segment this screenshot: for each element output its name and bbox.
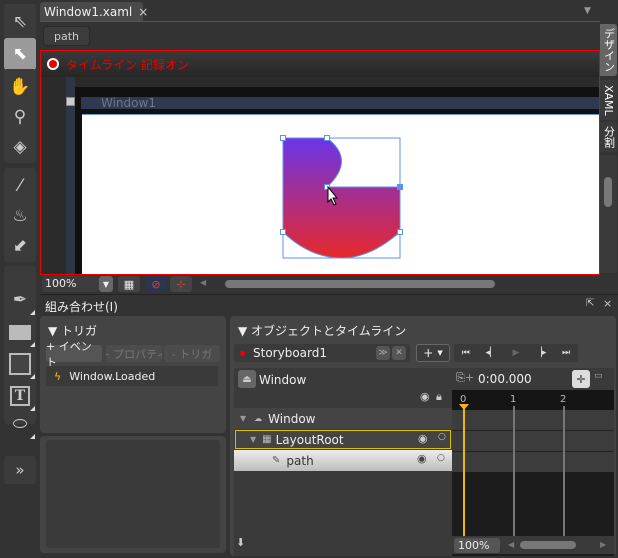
objects-header[interactable]: ▼ オブジェクトとタイムライン bbox=[238, 322, 406, 339]
last-frame-icon[interactable]: ⏭ bbox=[562, 348, 570, 358]
path-shape bbox=[282, 137, 401, 259]
handle bbox=[397, 184, 403, 190]
grid-toggle-icon[interactable]: ▦ bbox=[118, 276, 140, 292]
time-display[interactable]: 0:00.000 bbox=[478, 372, 532, 386]
timeline-tracks bbox=[452, 410, 614, 472]
divider bbox=[40, 294, 618, 295]
snapping-icon[interactable]: ✛ bbox=[572, 370, 590, 388]
remove-trigger-button[interactable]: - トリガ bbox=[164, 345, 220, 362]
scroll-right-icon[interactable]: ▶ bbox=[600, 540, 606, 549]
add-property-button[interactable]: + プロパティ bbox=[106, 345, 162, 362]
plus-icon: + bbox=[423, 346, 434, 360]
chevron-down-icon[interactable]: ▼ bbox=[99, 276, 113, 292]
tree-item-window[interactable]: ▼ ☁ Window bbox=[234, 408, 452, 429]
horizontal-scroll-thumb[interactable] bbox=[520, 541, 576, 549]
snap-snaplines-icon[interactable]: ⊹ bbox=[170, 276, 192, 292]
expand-icon[interactable]: ▼ bbox=[240, 414, 246, 423]
path-node-icon: ✎ bbox=[272, 455, 281, 466]
panel-title: 組み合わせ(I) bbox=[45, 300, 118, 314]
tab-design[interactable]: デザイン bbox=[600, 24, 617, 76]
tree-label: LayoutRoot bbox=[275, 432, 344, 447]
close-storyboard-icon[interactable]: ✕ bbox=[392, 346, 406, 360]
next-frame-icon[interactable]: ▕▸ bbox=[535, 348, 546, 358]
scroll-left-icon[interactable]: ◀ bbox=[508, 540, 514, 549]
gridline bbox=[563, 406, 565, 536]
snap-gridlines-icon[interactable]: ⊘ bbox=[145, 276, 167, 292]
chevron-down-icon: ▼ bbox=[437, 349, 443, 357]
tick-label: 1 bbox=[510, 394, 517, 405]
grid-node-icon: ▦ bbox=[262, 434, 272, 445]
new-storyboard-button[interactable]: + ▼ bbox=[416, 344, 450, 362]
trigger-label: Window.Loaded bbox=[69, 369, 156, 383]
tick-label: 2 bbox=[560, 394, 567, 405]
lock-toggle-icon[interactable]: ○ bbox=[437, 453, 445, 463]
chevron-down-double-icon[interactable]: ≫ bbox=[376, 346, 390, 360]
storyboard-name: Storyboard1 bbox=[253, 346, 327, 360]
scroll-thumb[interactable] bbox=[604, 177, 612, 207]
eye-icon[interactable]: ◉ bbox=[417, 452, 427, 465]
timeline-toolbar: ⎘+ 0:00.000 ✛ ▭ bbox=[452, 368, 614, 390]
handle bbox=[397, 229, 403, 235]
eye-icon[interactable]: ◉ bbox=[418, 432, 428, 445]
record-keyframe-icon[interactable]: ⎘+ bbox=[456, 371, 474, 385]
tree-item-layoutroot[interactable]: ▼ ▦ LayoutRoot ◉ ○ bbox=[235, 430, 451, 449]
triggers-panel: ▼ トリガ + イベント + プロパティ - トリガ ϟ Window.Load… bbox=[40, 316, 226, 433]
record-dot-icon bbox=[240, 350, 245, 356]
trigger-item[interactable]: ϟ Window.Loaded bbox=[46, 366, 218, 386]
handle bbox=[280, 229, 286, 235]
tab-xaml[interactable]: XAML bbox=[600, 80, 617, 120]
playhead-handle[interactable] bbox=[459, 404, 469, 410]
horizontal-scroll-thumb[interactable] bbox=[225, 280, 495, 288]
scroll-left-icon[interactable]: ◀ bbox=[200, 278, 206, 287]
tab-split[interactable]: 分割 bbox=[600, 122, 617, 152]
window-node-icon: ☁ bbox=[254, 414, 263, 423]
lock-toggle-icon[interactable]: ○ bbox=[438, 432, 446, 442]
scroll-down-icon[interactable]: ⬇ bbox=[236, 536, 245, 549]
lightning-icon: ϟ bbox=[54, 369, 62, 383]
gridline bbox=[513, 406, 515, 536]
track-divider bbox=[452, 430, 614, 431]
ruler-icon[interactable]: ▭ bbox=[594, 371, 603, 381]
scope-up-icon[interactable]: ⏏ bbox=[238, 370, 256, 388]
expand-icon[interactable]: ▼ bbox=[250, 435, 256, 444]
handle bbox=[280, 135, 286, 141]
playback-controls: ⏮ ◂▏ ▶ ▕▸ ⏭ bbox=[454, 344, 578, 362]
handle bbox=[324, 135, 330, 141]
first-frame-icon[interactable]: ⏮ bbox=[462, 348, 470, 358]
timeline-footer: 100% ◀ ▶ bbox=[452, 536, 614, 554]
timeline[interactable]: ⎘+ 0:00.000 ✛ ▭ 0 1 2 100% ◀ ▶ bbox=[452, 368, 614, 556]
tree-item-path[interactable]: ✎ path ◉ ○ bbox=[234, 450, 452, 471]
trigger-details-panel bbox=[40, 436, 226, 553]
trigger-details bbox=[46, 440, 220, 548]
time-ruler[interactable] bbox=[452, 390, 614, 410]
track-divider bbox=[452, 451, 614, 452]
scope-label: Window bbox=[259, 373, 307, 387]
popout-icon[interactable]: ⇱ bbox=[586, 298, 594, 309]
playhead[interactable] bbox=[463, 406, 465, 554]
objects-timeline-panel: ▼ オブジェクトとタイムライン Storyboard1 ≫ ✕ + ▼ ⏮ ◂▏ ▶ ▕… bbox=[230, 316, 616, 556]
zoom-combo[interactable]: 100% bbox=[42, 276, 99, 292]
tree-label: Window bbox=[268, 411, 316, 426]
object-tree: ⏏ Window ◉ 🔒︎ ▼ ☁ Window ▼ ▦ LayoutRoot ◉ ○ ✎… bbox=[234, 368, 452, 556]
eye-icon[interactable]: ◉ bbox=[420, 390, 430, 403]
lock-icon[interactable]: 🔒︎ bbox=[436, 390, 442, 404]
triggers-header[interactable]: ▼ トリガ bbox=[48, 322, 97, 339]
previous-frame-icon[interactable]: ◂▏ bbox=[485, 348, 496, 358]
add-event-button[interactable]: + イベント bbox=[46, 340, 102, 369]
close-icon[interactable]: × bbox=[603, 297, 612, 310]
vertical-scrollbar[interactable] bbox=[600, 155, 617, 273]
tree-label: path bbox=[286, 453, 314, 468]
timeline-zoom[interactable]: 100% bbox=[454, 538, 500, 553]
play-icon[interactable]: ▶ bbox=[513, 348, 520, 358]
